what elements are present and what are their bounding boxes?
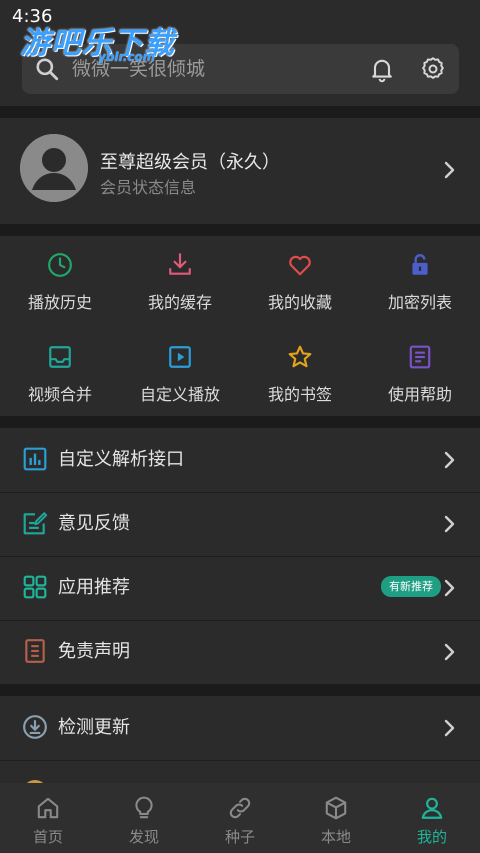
grid-item-label: 我的收藏 [267, 293, 332, 312]
star-icon [288, 345, 312, 368]
chevron-right-icon [444, 719, 455, 737]
gear-icon[interactable] [419, 55, 447, 83]
tab-seeds[interactable]: 种子 [192, 783, 288, 853]
heart-icon [289, 255, 311, 276]
grid-item-label: 我的缓存 [147, 293, 212, 312]
chevron-right-icon [444, 579, 455, 597]
list-item-label: 检测更新 [58, 717, 130, 738]
play-square-icon [169, 346, 191, 368]
list-item-label: 意见反馈 [58, 513, 130, 534]
home-icon [37, 797, 59, 819]
edit-icon [23, 512, 48, 535]
quick-actions-grid: 播放历史 我的缓存 我的收藏 加密列表 视频合并 自定义播放 我的书签 使用帮助 [0, 236, 480, 416]
grid-item-label: 自定义播放 [139, 385, 220, 404]
avatar[interactable] [20, 134, 88, 202]
tab-label: 本地 [320, 828, 351, 846]
tab-label: 发现 [128, 828, 159, 846]
chevron-right-icon [444, 451, 455, 469]
tab-home[interactable]: 首页 [0, 783, 96, 853]
bell-icon[interactable] [368, 55, 396, 83]
list-item-disclaimer[interactable]: 免责声明 [0, 620, 480, 684]
list-item-label: 自定义解析接口 [58, 449, 184, 470]
list-item-app-recommend[interactable]: 应用推荐 有新推荐 [0, 556, 480, 620]
list-item-label: 免责声明 [58, 641, 130, 662]
grid-item-cache[interactable]: 我的缓存 [120, 236, 240, 316]
grid-item-encrypted[interactable]: 加密列表 [360, 236, 480, 316]
list-item-label: 应用推荐 [58, 577, 130, 598]
grid-item-help[interactable]: 使用帮助 [360, 328, 480, 408]
tray-icon [49, 346, 71, 368]
list-item-custom-parser[interactable]: 自定义解析接口 [0, 428, 480, 492]
apps-grid-icon [23, 575, 47, 599]
notepad-icon [25, 639, 45, 663]
grid-item-custom-play[interactable]: 自定义播放 [120, 328, 240, 408]
grid-item-label: 视频合并 [27, 385, 92, 404]
grid-item-bookmarks[interactable]: 我的书签 [240, 328, 360, 408]
link-icon [229, 797, 251, 819]
grid-item-history[interactable]: 播放历史 [0, 236, 120, 316]
divider [0, 760, 480, 761]
chevron-right-icon [444, 643, 455, 661]
chart-icon [23, 447, 47, 471]
vip-subtitle: 会员状态信息 [100, 178, 197, 197]
lightbulb-icon [135, 796, 153, 819]
lock-icon [412, 254, 428, 275]
document-icon [409, 345, 431, 369]
download-icon [169, 253, 191, 275]
user-avatar-icon [20, 134, 88, 202]
download-circle-icon [23, 715, 47, 739]
tab-local[interactable]: 本地 [288, 783, 384, 853]
clock-icon [48, 253, 72, 277]
settings-list: 自定义解析接口 意见反馈 应用推荐 有新推荐 免责声明 [0, 428, 480, 684]
tab-discover[interactable]: 发现 [96, 783, 192, 853]
tab-label: 种子 [224, 828, 255, 846]
vip-title: 至尊超级会员（永久） [100, 152, 280, 173]
person-icon [421, 797, 443, 819]
tab-mine[interactable]: 我的 [384, 783, 480, 853]
grid-item-label: 我的书签 [267, 385, 332, 404]
grid-item-merge[interactable]: 视频合并 [0, 328, 120, 408]
chevron-right-icon [444, 161, 455, 179]
list-item-check-update[interactable]: 检测更新 [0, 696, 480, 760]
chevron-right-icon [444, 515, 455, 533]
watermark-url: yblr.com [98, 50, 156, 64]
list-item-feedback[interactable]: 意见反馈 [0, 492, 480, 556]
bottom-tab-bar: 首页 发现 种子 本地 我的 [0, 783, 480, 853]
tab-label: 我的 [416, 828, 447, 846]
cube-icon [325, 796, 347, 820]
grid-item-favorites[interactable]: 我的收藏 [240, 236, 360, 316]
grid-item-label: 播放历史 [27, 293, 92, 312]
vip-card[interactable]: 至尊超级会员（永久） 会员状态信息 [0, 118, 480, 224]
grid-item-label: 使用帮助 [387, 385, 452, 404]
grid-item-label: 加密列表 [387, 293, 452, 312]
new-recommend-badge: 有新推荐 [381, 576, 441, 597]
tab-label: 首页 [32, 828, 63, 846]
